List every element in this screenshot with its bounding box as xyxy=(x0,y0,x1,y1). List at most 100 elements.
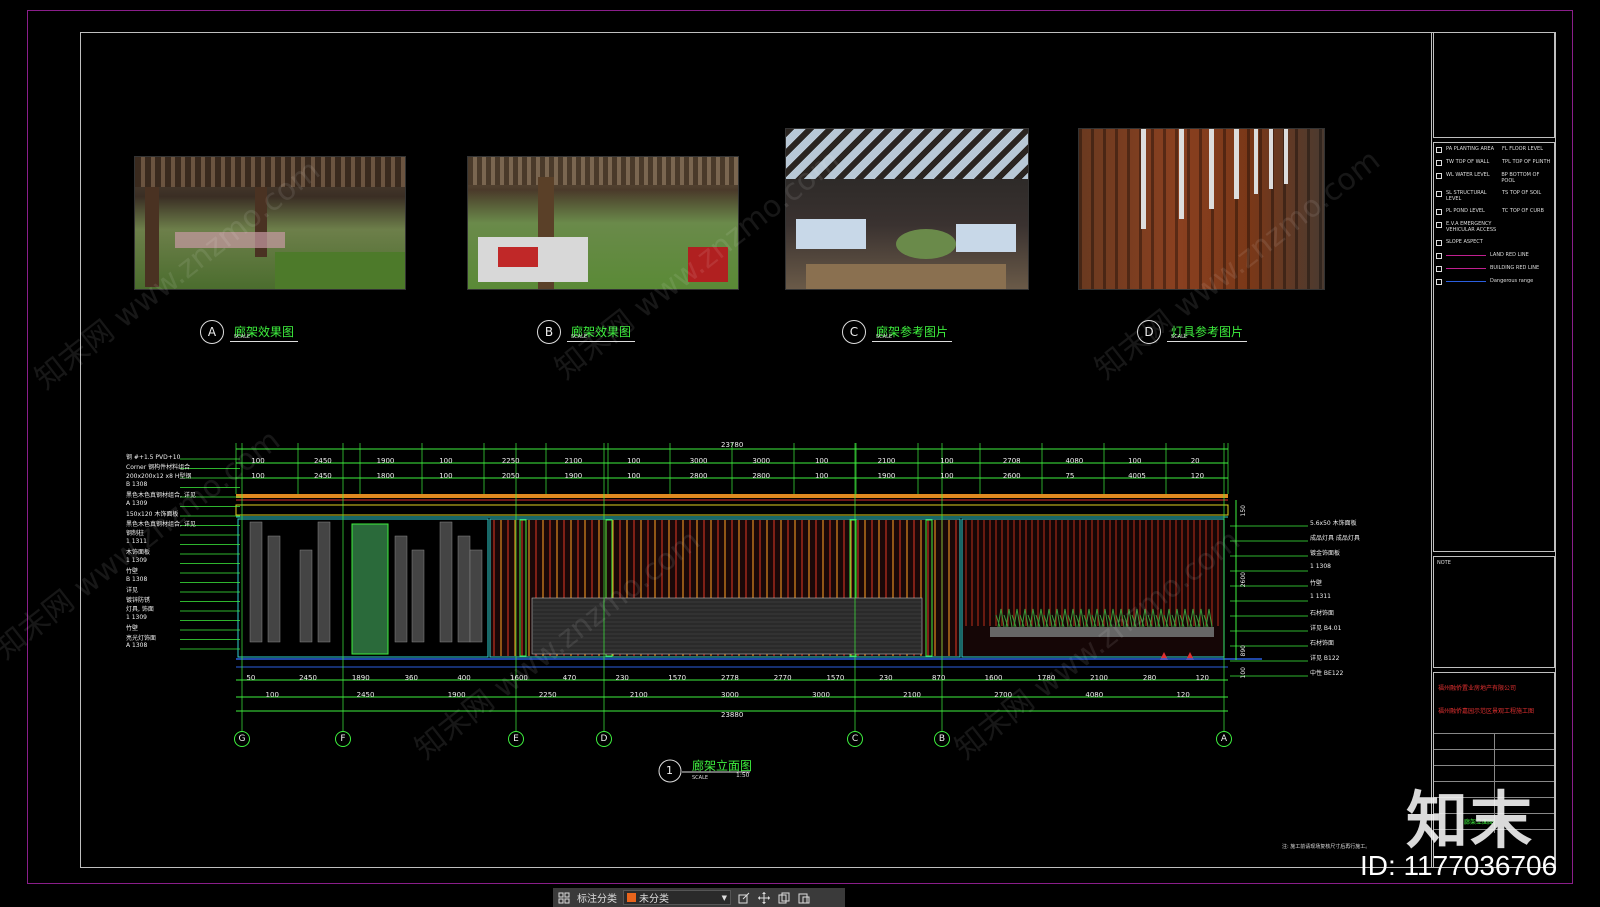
category-select-value: 未分类 xyxy=(639,894,669,905)
left-annotation: 1 1309 xyxy=(126,613,147,621)
grid-axis-bubble: F xyxy=(335,731,351,747)
left-annotation: Corner 钢构件材料组合 xyxy=(126,463,191,471)
lattice-panel xyxy=(439,521,453,643)
copy-icon[interactable] xyxy=(777,891,791,905)
lattice-panel xyxy=(394,535,408,643)
dimension-value: 1900 xyxy=(877,472,896,480)
dimension-value: 100 xyxy=(439,472,453,480)
dimension-value: 1600 xyxy=(984,674,1003,682)
dimension-value: 100 xyxy=(627,457,641,465)
lattice-panel xyxy=(249,521,263,643)
dimension-value: 2100 xyxy=(629,691,648,699)
grid-axis-bubble: E xyxy=(508,731,524,747)
right-annotation: 镀金饰面板 xyxy=(1310,550,1341,557)
right-annotation: 1 1308 xyxy=(1310,563,1331,570)
left-annotation: B 1308 xyxy=(126,480,148,488)
dimension-value: 2100 xyxy=(903,691,921,699)
left-annotation: 灯具, 饰面 xyxy=(126,606,154,613)
door-panel xyxy=(351,523,389,655)
dimension-value: 2100 xyxy=(564,457,583,465)
dimension-value: 470 xyxy=(562,674,577,682)
grid-icon[interactable] xyxy=(557,891,571,905)
dimension-value: 4005 xyxy=(1128,472,1146,480)
move-icon[interactable] xyxy=(757,891,771,905)
dimension-value: 3000 xyxy=(689,457,708,465)
dimension-value: 1800 xyxy=(376,472,395,480)
left-annotation: 竹壁 xyxy=(126,625,139,632)
dimension-value: 20 xyxy=(1190,457,1200,465)
vertical-dimension-value: 890 xyxy=(1240,645,1247,657)
lattice-panel xyxy=(267,535,281,643)
annotation-category-label: 标注分类 xyxy=(577,894,617,905)
edit-icon[interactable] xyxy=(737,891,751,905)
roof-fascia xyxy=(235,504,1229,516)
dimension-value: 100 xyxy=(940,457,954,465)
dimension-value: 50 xyxy=(246,674,256,682)
dimension-value: 1900 xyxy=(564,472,583,480)
chevron-down-icon: ▼ xyxy=(721,893,727,902)
image-id: ID: 1177036706 xyxy=(1360,850,1558,881)
dimension-value: 360 xyxy=(404,674,418,682)
dimension-value: 100 xyxy=(814,472,829,480)
dimension-value: 75 xyxy=(1065,472,1075,480)
dimension-value: 1900 xyxy=(376,457,395,465)
paste-icon[interactable] xyxy=(797,891,811,905)
right-annotation: 详见 B122 xyxy=(1310,655,1340,662)
category-select[interactable]: 未分类 ▼ xyxy=(623,890,731,905)
dimension-value: 100 xyxy=(814,457,829,465)
annotation-toolbar: 标注分类 未分类 ▼ xyxy=(553,888,845,907)
dimension-value: 1570 xyxy=(668,674,687,682)
elevation-scale-value: 1:50 xyxy=(736,772,750,779)
dimension-value: 120 xyxy=(1195,674,1209,682)
left-annotation: 亮光灯饰面 xyxy=(126,634,157,642)
dimension-value: 230 xyxy=(879,674,893,682)
dimension-value: 100 xyxy=(439,457,453,465)
dimension-value: 2600 xyxy=(1002,472,1021,480)
dimension-value: 2100 xyxy=(877,457,896,465)
dimension-value: 2708 xyxy=(1002,457,1021,465)
dimension-value: 2770 xyxy=(773,674,792,682)
right-annotation: 1 1311 xyxy=(1310,593,1331,600)
dimension-value: 2800 xyxy=(689,472,708,480)
left-annotation: 详见 xyxy=(126,587,139,594)
dimension-value: 3000 xyxy=(721,691,739,699)
vertical-dimension-value: 2600 xyxy=(1240,572,1247,588)
dimension-value: 2100 xyxy=(1090,674,1108,682)
elevation-scale-label: SCALE xyxy=(692,775,709,781)
dimension-value: 120 xyxy=(1176,691,1190,699)
elevation-number: 1 xyxy=(666,764,673,777)
dimension-value: 3000 xyxy=(752,457,771,465)
left-annotation: 镀锌防锈 xyxy=(126,596,151,604)
grid-axis-bubble: A xyxy=(1216,731,1232,747)
left-annotation: 钢 #+1.5 PVD+10 xyxy=(126,454,181,461)
dimension-value: 230 xyxy=(615,674,629,682)
dimension-value: 4080 xyxy=(1065,457,1084,465)
grid-axis-bubble: D xyxy=(596,731,612,747)
dimension-value: 3000 xyxy=(812,691,830,699)
left-annotation: A 1309 xyxy=(126,499,148,507)
right-annotation: 石材饰面 xyxy=(1310,640,1335,647)
category-color-swatch xyxy=(627,893,636,902)
dimension-total-bottom: 23880 xyxy=(721,711,744,719)
dimension-value: 100 xyxy=(1128,457,1142,465)
dimension-total-top: 23780 xyxy=(721,441,744,449)
grid-axis-bubble: G xyxy=(234,731,250,747)
lattice-panel xyxy=(299,549,313,643)
dimension-value: 100 xyxy=(265,691,279,699)
bottom-note: 注: 施工前请现场复核尺寸后再行施工。 xyxy=(1282,844,1371,850)
dimension-value: 1570 xyxy=(826,674,845,682)
dimension-value: 2450 xyxy=(299,674,317,682)
right-annotation: 中性 BE122 xyxy=(1310,670,1344,677)
roof-beam-orange xyxy=(236,494,1228,498)
right-annotation: 竹壁 xyxy=(1310,580,1323,587)
vertical-dimension-value: 100 xyxy=(1240,667,1247,679)
vertical-dimension-value: 150 xyxy=(1240,505,1247,517)
right-annotation: 5.6x50 木饰面板 xyxy=(1310,520,1357,527)
lattice-panel xyxy=(457,535,471,643)
dimension-value: 100 xyxy=(627,472,641,480)
dimension-value: 1890 xyxy=(351,674,370,682)
dimension-value: 2450 xyxy=(356,691,375,699)
lattice-panel xyxy=(411,549,425,643)
right-annotation: 石材饰面 xyxy=(1310,610,1335,617)
grid-axis-bubble: C xyxy=(847,731,863,747)
